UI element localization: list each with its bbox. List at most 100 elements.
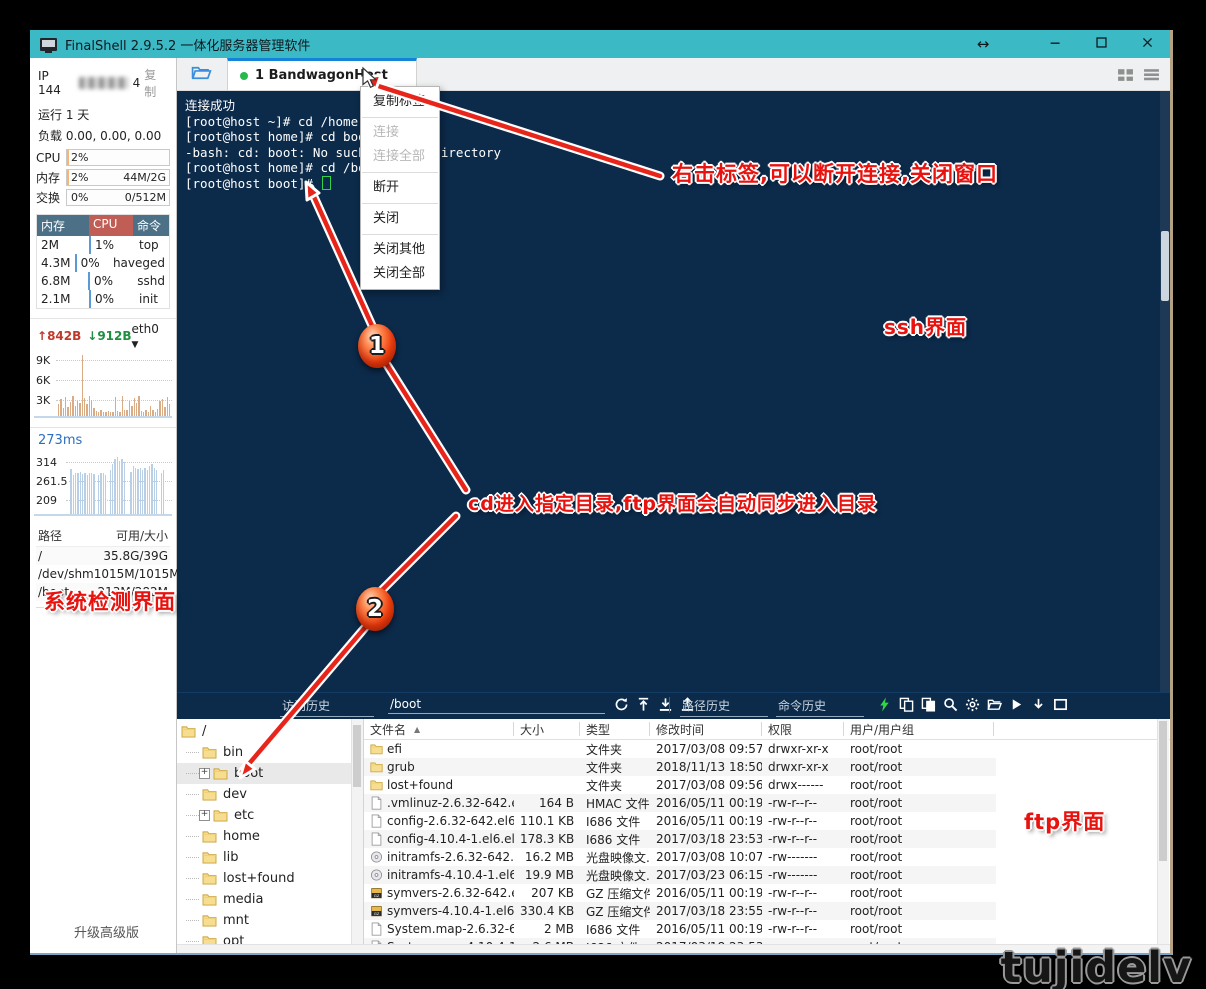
ping-bar (105, 475, 106, 514)
file-col-header-1[interactable]: 大小 (514, 722, 580, 736)
terminal-line: -bash: cd: boot: No such file or directo… (185, 145, 501, 161)
gear-icon[interactable] (965, 697, 980, 712)
tree-item-mnt[interactable]: mnt (177, 910, 363, 931)
file-col-header-3[interactable]: 修改时间 (650, 722, 762, 736)
tree-item-lost+found[interactable]: lost+found (177, 868, 363, 889)
terminal-output: 连接成功[root@host ~]# cd /home[root@host ho… (185, 98, 501, 191)
copy-ip-button[interactable]: 复制 (144, 66, 168, 100)
path-input[interactable]: /boot (388, 697, 605, 714)
process-cell: 0% (75, 254, 109, 272)
copy-icon[interactable] (899, 697, 914, 712)
minimize-button[interactable] (1032, 30, 1078, 58)
net-bar (129, 401, 130, 416)
file-col-header-5[interactable]: 用户/用户组 (844, 722, 994, 736)
ping-bar (137, 469, 138, 514)
resize-button[interactable]: ↔ (968, 30, 998, 58)
search-icon[interactable] (943, 697, 958, 712)
open-connections-button[interactable] (189, 63, 213, 85)
file-owner-cell: root/root (844, 922, 994, 936)
tree-scrollbar[interactable] (351, 719, 363, 945)
file-row[interactable]: lost+found文件夹2017/03/08 09:56drwx------r… (364, 776, 996, 794)
ping-bar (156, 470, 157, 514)
terminal-line: [root@host home]# cd /boot (185, 160, 501, 176)
file-mtime-cell: 2017/03/08 09:56 (650, 778, 762, 792)
file-list-scrollbar[interactable] (1157, 719, 1169, 945)
ping-latency: 273ms (30, 431, 176, 448)
lightning-icon[interactable] (877, 697, 892, 712)
tree-guide (186, 878, 199, 879)
file-col-label: 修改时间 (656, 721, 704, 738)
tree-item-lib[interactable]: lib (177, 847, 363, 868)
file-mtime-cell: 2016/05/11 00:19 (650, 814, 762, 828)
file-name: symvers-4.10.4-1.el6.... (387, 904, 514, 918)
paste-icon[interactable] (921, 697, 936, 712)
upgrade-link[interactable]: 升级高级版 (74, 922, 139, 941)
file-perms-cell: -rw------- (762, 868, 844, 882)
file-list[interactable]: 文件名▲大小类型修改时间 权限用户/用户组 efi文件夹2017/03/08 09… (364, 719, 1170, 953)
tree-item-root[interactable]: / (177, 721, 363, 742)
tree-item-etc[interactable]: +etc (177, 805, 363, 826)
ping-bar (121, 459, 122, 514)
meter-fill (67, 170, 69, 185)
tree-item-dev[interactable]: dev (177, 784, 363, 805)
file-row[interactable]: GZsymvers-4.10.4-1.el6....330.4 KBGZ 压缩文… (364, 902, 996, 920)
menu-item-5[interactable]: 断开 (361, 176, 439, 200)
file-row[interactable]: initramfs-2.6.32-642.e...16.2 MB光盘映像文...… (364, 848, 996, 866)
file-size-cell: 178.3 KB (514, 832, 580, 846)
menu-item-0[interactable]: 复制标签 (361, 90, 439, 114)
sort-asc-icon: ▲ (414, 725, 420, 734)
svg-text:GZ: GZ (374, 893, 380, 898)
net-bar (91, 400, 92, 416)
visit-history-dropdown[interactable]: 访问历史 (280, 697, 374, 717)
menu-item-10[interactable]: 关闭全部 (361, 262, 439, 286)
file-name-cell: GZsymvers-4.10.4-1.el6.... (364, 904, 514, 918)
expand-icon[interactable]: + (199, 810, 210, 821)
refresh-icon[interactable] (614, 697, 629, 712)
window-icon[interactable] (1053, 697, 1068, 712)
tree-item-boot[interactable]: +boot (177, 763, 363, 784)
expand-icon[interactable]: + (199, 768, 210, 779)
folder-open-icon[interactable] (987, 697, 1002, 712)
file-row[interactable]: config-2.6.32-642.el6....110.1 KBI686 文件… (364, 812, 996, 830)
hamburger-menu-icon[interactable] (1143, 66, 1160, 83)
play-icon[interactable] (1009, 697, 1024, 712)
file-row[interactable]: config-4.10.4-1.el6.elr...178.3 KBI686 文… (364, 830, 996, 848)
menu-item-9[interactable]: 关闭其他 (361, 238, 439, 262)
file-owner-cell: root/root (844, 850, 994, 864)
close-button[interactable] (1124, 30, 1170, 58)
tab-label: 1 BandwagonHost (255, 68, 388, 83)
directory-tree[interactable]: /bin+bootdev+etchomeliblost+foundmediamn… (177, 719, 364, 953)
folder-icon (370, 760, 383, 774)
download-icon[interactable] (658, 697, 673, 712)
disk-col-path: 路径 (38, 527, 98, 544)
file-row[interactable]: initramfs-4.10.4-1.el6....19.9 MB光盘映像文..… (364, 866, 996, 884)
interface-selector[interactable]: eth0 ▼ (132, 322, 169, 350)
net-bar (67, 407, 68, 416)
network-graph-section: ↑842B ↓912B eth0 ▼ 9K 6K 3K (30, 318, 176, 418)
tree-item-media[interactable]: media (177, 889, 363, 910)
tree-item-bin[interactable]: bin (177, 742, 363, 763)
down-icon[interactable] (1031, 697, 1046, 712)
file-col-header-0[interactable]: 文件名▲ (364, 722, 514, 736)
file-col-header-2[interactable]: 类型 (580, 722, 650, 736)
menu-item-7[interactable]: 关闭 (361, 207, 439, 231)
tree-item-home[interactable]: home (177, 826, 363, 847)
file-row[interactable]: System.map-2.6.32-6...2 MBI686 文件2016/05… (364, 920, 996, 938)
grid-view-icon[interactable] (1117, 66, 1134, 83)
path-history-dropdown[interactable]: 路径历史 (680, 697, 768, 717)
process-cell: 1% (89, 236, 135, 254)
command-history-dropdown[interactable]: 命令历史 (776, 697, 864, 717)
file-col-header-4[interactable]: 权限 (762, 722, 844, 736)
file-row[interactable]: GZsymvers-2.6.32-642.el...207 KBGZ 压缩文件2… (364, 884, 996, 902)
terminal-scrollbar[interactable] (1160, 91, 1170, 692)
file-owner-cell: root/root (844, 904, 994, 918)
file-row[interactable]: grub文件夹2018/11/13 18:50drwxr-xr-xroot/ro… (364, 758, 996, 776)
file-row[interactable]: .vmlinuz-2.6.32-642.el...164 BHMAC 文件201… (364, 794, 996, 812)
file-perms-cell: -rw-r--r-- (762, 886, 844, 900)
file-row[interactable]: efi文件夹2017/03/08 09:57drwxr-xr-xroot/roo… (364, 740, 996, 758)
maximize-button[interactable] (1078, 30, 1124, 58)
ping-bar (87, 475, 88, 514)
terminal-cursor-icon (322, 176, 331, 190)
up-icon[interactable] (636, 697, 651, 712)
net-bar (150, 406, 151, 416)
